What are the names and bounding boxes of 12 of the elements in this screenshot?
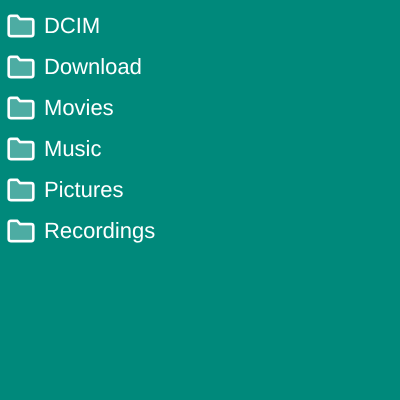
folder-name[interactable]: Download [44,54,142,80]
folder-name[interactable]: Music [44,136,102,162]
folder-icon [6,96,36,120]
folder-icon [6,218,36,242]
folder-name[interactable]: Movies [44,94,114,120]
folder-name[interactable]: Pictures [44,176,124,202]
folder-name[interactable]: DCIM [44,12,100,38]
folder-icon [6,178,36,202]
folder-icon [6,136,36,160]
folder-name[interactable]: Recordings [44,218,156,244]
folder-icon [6,54,36,78]
folder-icon [6,14,36,38]
